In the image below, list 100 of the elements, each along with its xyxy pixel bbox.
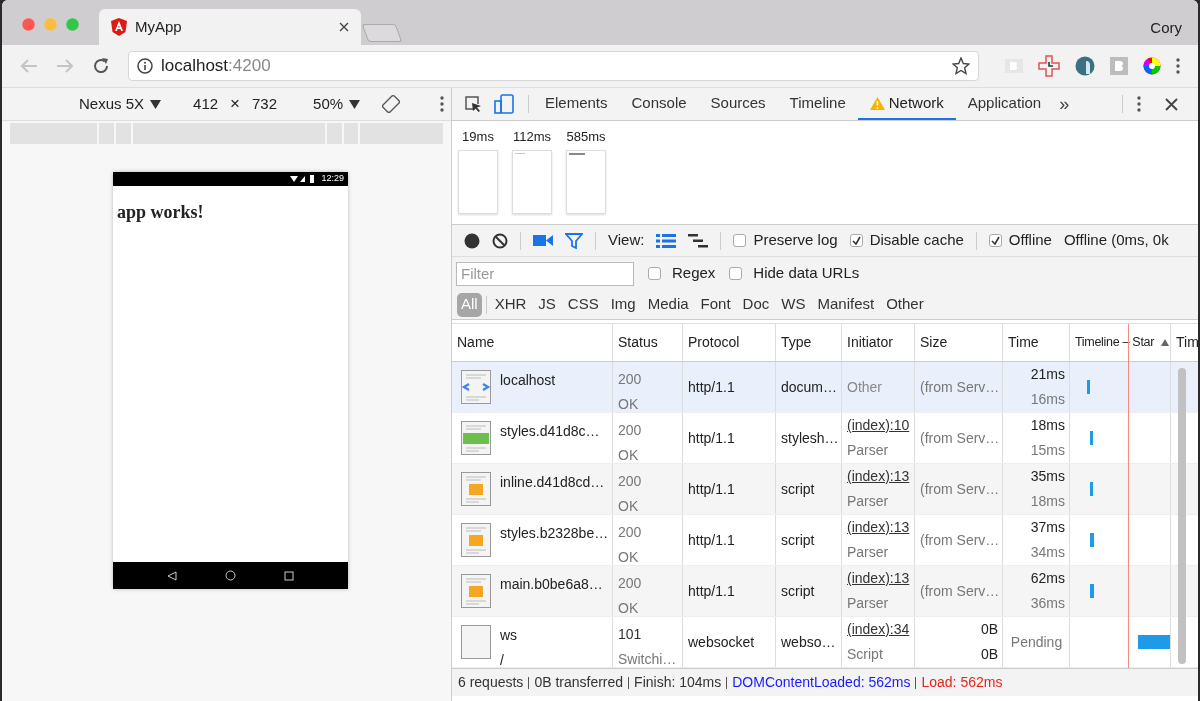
table-cell-text: Script [847, 645, 884, 664]
checkbox[interactable] [733, 234, 747, 247]
frame-thumbnail[interactable] [512, 149, 552, 214]
table-cell-text: 18ms [1030, 492, 1065, 511]
type-filter-button[interactable]: Media [643, 292, 693, 317]
devtools-tab[interactable]: Elements [533, 88, 620, 120]
column-header[interactable]: Tim [1176, 332, 1198, 353]
profile-name[interactable]: Cory [1150, 17, 1182, 40]
table-cell-text: docum… [781, 377, 837, 397]
devtools-tab[interactable]: Timeline [777, 88, 858, 120]
column-header[interactable]: Protocol [688, 332, 740, 353]
rotate-icon[interactable] [382, 95, 401, 113]
file-name[interactable]: localhost [500, 370, 556, 391]
checkbox-label[interactable]: Preserve log [753, 229, 838, 252]
column-header[interactable]: Initiator [847, 332, 893, 353]
column-header[interactable]: Size [920, 332, 948, 353]
address-bar[interactable]: localhost:4200 [128, 51, 979, 81]
initiator-link[interactable]: (index):13 [847, 568, 910, 589]
table-cell-text: 0B [980, 620, 998, 639]
tab-title: MyApp [135, 16, 183, 37]
video-camera-icon[interactable] [533, 234, 553, 247]
request-row[interactable]: localhost 200 OK http/1.1 docum… Other (from Serv… 21ms 16ms [452, 362, 1198, 413]
checkbox[interactable] [648, 267, 661, 280]
file-path: / [500, 651, 505, 668]
width-field[interactable]: 412 [193, 92, 219, 116]
initiator-link[interactable]: (index):10 [847, 415, 910, 436]
column-header[interactable]: Name [457, 332, 495, 353]
checkbox-label[interactable]: Hide data URLs [753, 262, 860, 285]
checkbox-label[interactable]: Disable cache [869, 229, 964, 252]
device-toggle-icon[interactable] [494, 94, 514, 114]
file-name[interactable]: styles.b2328be… [500, 523, 609, 544]
timing-bar [1090, 431, 1093, 445]
close-icon[interactable] [1165, 97, 1178, 111]
devtools-tab[interactable]: Application [955, 88, 1054, 120]
extension-icon[interactable] [1038, 55, 1060, 77]
file-name[interactable]: ws [500, 625, 518, 646]
frame-thumbnail[interactable] [566, 149, 606, 214]
filter-field[interactable]: Filter [456, 261, 634, 286]
zoom-dropdown[interactable]: 50% [313, 92, 361, 116]
scrollbar[interactable] [1178, 368, 1186, 664]
checkbox[interactable] [988, 234, 1002, 247]
type-filter-button[interactable]: Font [696, 292, 735, 317]
file-name[interactable]: main.b0be6a8… [500, 574, 603, 595]
initiator-link[interactable]: (index):13 [847, 517, 910, 538]
js-file-icon [461, 574, 491, 608]
table-cell-text: webso… [781, 632, 837, 652]
browser-tab[interactable]: MyApp [99, 9, 361, 45]
color-wheel-icon[interactable] [1143, 57, 1161, 75]
checkbox-label[interactable]: Regex [672, 262, 716, 285]
clear-icon[interactable] [492, 232, 508, 249]
star-icon[interactable] [952, 57, 970, 75]
type-filter-button[interactable]: WS [777, 292, 810, 317]
record-icon[interactable] [464, 232, 480, 249]
devtools-tab[interactable]: Network [857, 88, 956, 120]
menu-icon[interactable] [1176, 58, 1180, 74]
devtools-tab[interactable]: Sources [698, 88, 778, 120]
file-name[interactable]: styles.d41d8c… [500, 421, 600, 442]
type-filter-button[interactable]: Img [606, 292, 640, 317]
devtools-tab[interactable]: Console [619, 88, 699, 120]
frame-thumbnail[interactable] [458, 149, 498, 214]
checkbox[interactable] [849, 234, 863, 247]
close-icon[interactable] [339, 22, 349, 32]
initiator-link[interactable]: (index):34 [847, 619, 910, 640]
type-filter-button[interactable]: JS [534, 292, 560, 317]
menu-icon[interactable] [1137, 96, 1141, 112]
table-cell-text: Other [847, 377, 883, 397]
timing-bar [1138, 635, 1170, 649]
back-nav-icon[interactable] [167, 570, 177, 581]
table-cell-text: script [781, 479, 816, 499]
type-filter-button[interactable]: CSS [563, 292, 603, 317]
device-dropdown[interactable]: Nexus 5X [79, 92, 162, 116]
table-cell-text: stylesh… [781, 428, 837, 448]
menu-icon[interactable] [440, 96, 445, 112]
list-view-icon[interactable] [656, 233, 677, 248]
info-icon[interactable] [137, 58, 153, 74]
file-name[interactable]: inline.d41d8cd… [500, 472, 605, 493]
column-header[interactable]: Status [618, 332, 658, 353]
column-header[interactable]: Type [781, 332, 812, 353]
inspect-icon[interactable] [464, 95, 482, 113]
timing-bar [1090, 533, 1094, 547]
checkbox-label[interactable]: Offline [1008, 229, 1052, 252]
more-tabs-button[interactable]: » [1053, 88, 1076, 120]
waterfall-view-icon[interactable] [688, 233, 709, 248]
home-nav-icon[interactable] [225, 570, 236, 581]
filter-icon[interactable] [565, 232, 583, 249]
throttling-dropdown[interactable]: Offline (0ms, 0k [1063, 229, 1169, 252]
checkbox[interactable] [729, 267, 743, 280]
type-filter-button[interactable]: XHR [490, 292, 531, 317]
recents-nav-icon[interactable] [284, 570, 294, 581]
table-cell-text: Parser [847, 492, 890, 511]
frame-time: 112ms [512, 128, 552, 146]
initiator-link[interactable]: (index):13 [847, 466, 910, 487]
type-filter-button[interactable]: Other [882, 292, 928, 317]
extension-icon[interactable] [1075, 56, 1095, 76]
reload-icon[interactable] [92, 57, 110, 75]
column-header[interactable]: Time [1008, 332, 1039, 353]
type-filter-button[interactable]: Manifest [813, 292, 879, 317]
type-filter-button[interactable]: Doc [738, 292, 774, 317]
file-icon [461, 625, 491, 659]
height-field[interactable]: 732 [252, 92, 278, 116]
